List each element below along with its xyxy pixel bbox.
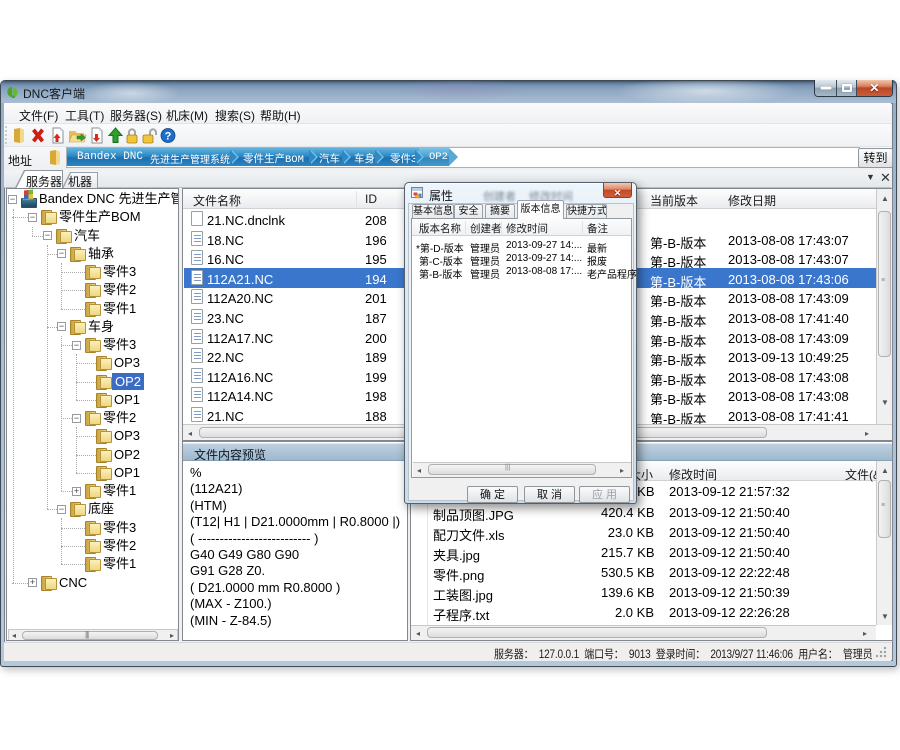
svg-text:?: ?	[165, 131, 172, 143]
